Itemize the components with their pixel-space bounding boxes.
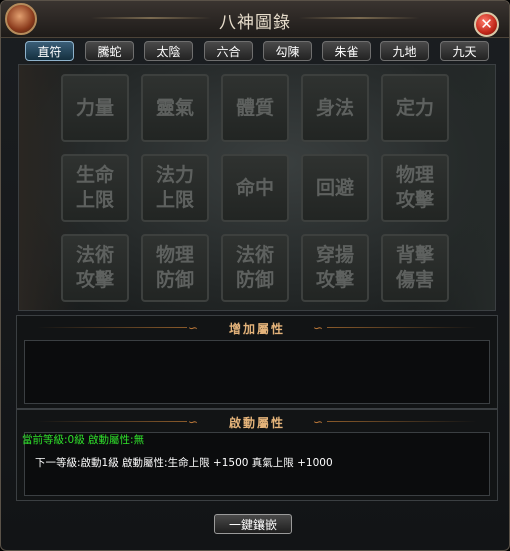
slot-label: 定力 — [395, 96, 434, 119]
slot-spirit[interactable]: 靈氣 — [141, 74, 209, 142]
slot-label: 法術 防御 — [235, 244, 274, 291]
slot-label: 穿揚 攻擊 — [315, 244, 354, 291]
close-button[interactable]: ✕ — [474, 12, 499, 37]
slot-max-mana[interactable]: 法力 上限 — [141, 154, 209, 222]
slot-physical-defense[interactable]: 物理 防御 — [141, 234, 209, 302]
slot-label: 體質 — [235, 96, 274, 119]
slot-focus[interactable]: 定力 — [381, 74, 449, 142]
slot-backstab-damage[interactable]: 背擊 傷害 — [381, 234, 449, 302]
slot-physical-attack[interactable]: 物理 攻擊 — [381, 154, 449, 222]
section-header: ∽ ∽ 啟動屬性 — [17, 410, 497, 432]
tab-zhuque[interactable]: 朱雀 — [322, 41, 371, 61]
slot-label: 背擊 傷害 — [395, 244, 434, 291]
slot-magic-defense[interactable]: 法術 防御 — [221, 234, 289, 302]
slot-dodge[interactable]: 回避 — [301, 154, 369, 222]
slot-label: 物理 防御 — [155, 244, 194, 291]
tab-bar: 直符 騰蛇 太陰 六合 勾陳 朱雀 九地 九天 — [25, 41, 493, 63]
slot-label: 命中 — [235, 176, 274, 199]
window: 八神圖錄 ✕ 直符 騰蛇 太陰 六合 勾陳 朱雀 九地 九天 力量 靈氣 體質 … — [0, 0, 510, 551]
tab-tengshe[interactable]: 騰蛇 — [85, 41, 134, 61]
slot-label: 生命 上限 — [75, 164, 114, 211]
slot-magic-attack[interactable]: 法術 攻擊 — [61, 234, 129, 302]
slot-label: 靈氣 — [155, 96, 194, 119]
slot-agility[interactable]: 身法 — [301, 74, 369, 142]
slot-pierce-attack[interactable]: 穿揚 攻擊 — [301, 234, 369, 302]
one-click-inlay-button[interactable]: 一鍵鑲嵌 — [214, 514, 292, 534]
next-level-text: 下一等級:啟動1級 啟動屬性:生命上限 +1500 真氣上限 +1000 — [35, 457, 333, 469]
title-bar: 八神圖錄 — [1, 1, 509, 38]
tab-jiudi[interactable]: 九地 — [380, 41, 429, 61]
slot-label: 回避 — [315, 176, 354, 199]
slot-constitution[interactable]: 體質 — [221, 74, 289, 142]
slot-label: 物理 攻擊 — [395, 164, 434, 211]
tab-taiyin[interactable]: 太陰 — [144, 41, 193, 61]
slot-max-hp[interactable]: 生命 上限 — [61, 154, 129, 222]
tab-liuhe[interactable]: 六合 — [204, 41, 253, 61]
bonus-attributes-box — [24, 340, 490, 404]
slot-hit[interactable]: 命中 — [221, 154, 289, 222]
attribute-grid-panel: 力量 靈氣 體質 身法 定力 生命 上限 法力 上限 命中 回避 物理 攻擊 法… — [18, 64, 496, 311]
section-title: 增加屬性 — [228, 322, 285, 336]
tab-zhifu[interactable]: 直符 — [25, 41, 74, 61]
tab-jiutian[interactable]: 九天 — [440, 41, 489, 61]
slot-label: 力量 — [75, 96, 114, 119]
section-header: ∽ ∽ 增加屬性 — [17, 316, 497, 338]
section-title: 啟動屬性 — [228, 416, 285, 430]
bonus-attributes-section: ∽ ∽ 增加屬性 — [16, 315, 498, 409]
window-title: 八神圖錄 — [219, 13, 291, 33]
slot-label: 法術 攻擊 — [75, 244, 114, 291]
tab-gouchen[interactable]: 勾陳 — [263, 41, 312, 61]
slot-label: 法力 上限 — [155, 164, 194, 211]
current-level-text: 當前等級:0級 啟動屬性:無 — [22, 434, 145, 446]
slot-strength[interactable]: 力量 — [61, 74, 129, 142]
slot-label: 身法 — [315, 96, 354, 119]
